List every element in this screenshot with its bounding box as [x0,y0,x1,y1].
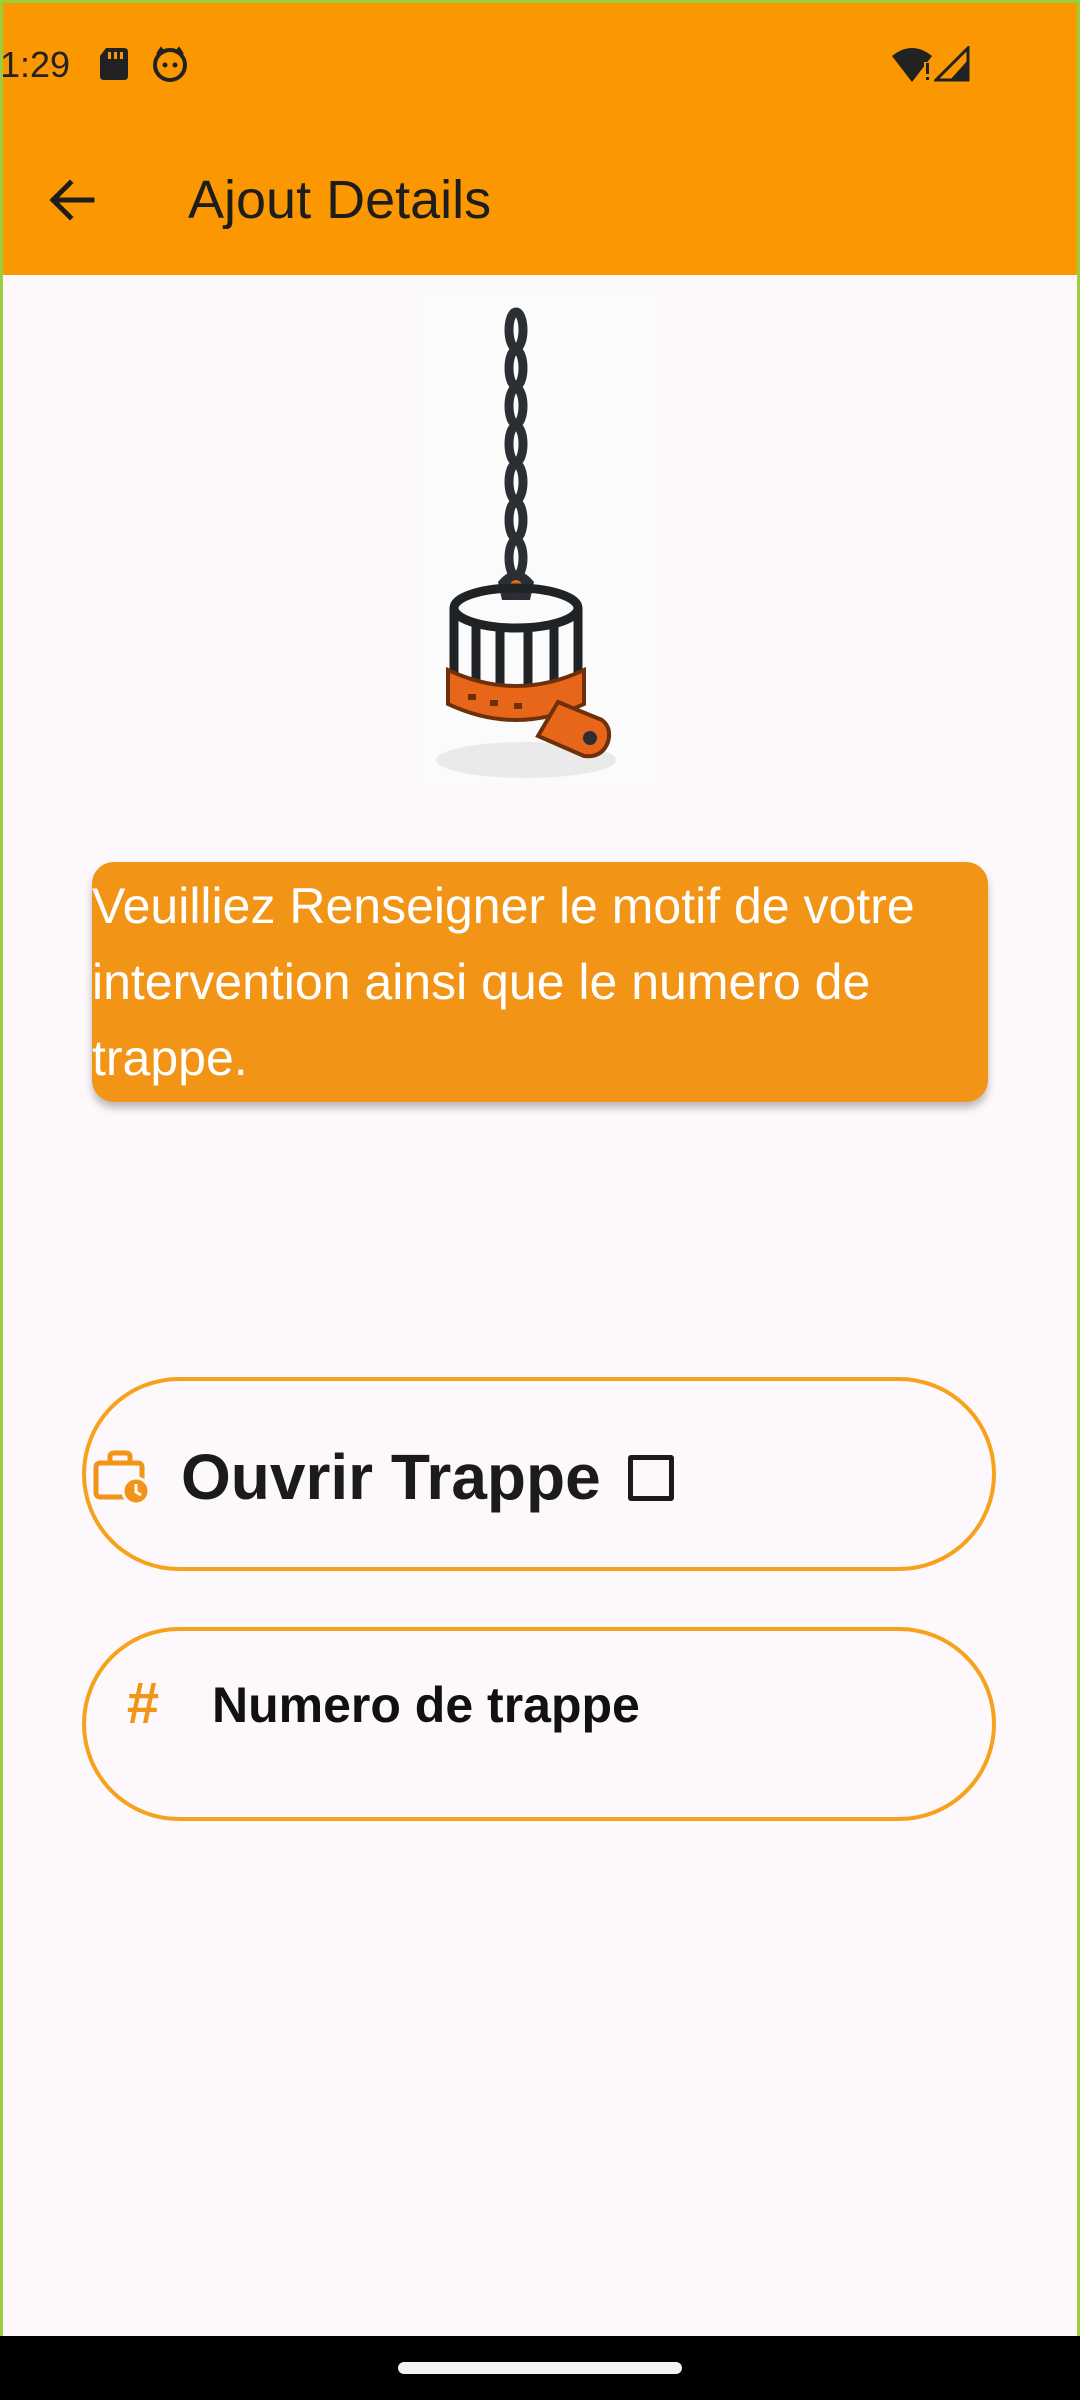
home-gesture-handle[interactable] [398,2362,682,2374]
trap-number-placeholder: Numero de trappe [212,1677,640,1733]
cell-signal-icon [934,46,970,82]
briefcase-clock-icon [93,1450,150,1505]
status-bar: 1:29 [0,40,1080,90]
cat-face-icon [153,46,187,82]
wifi-alert-icon [892,48,932,82]
chain-hook-cage-icon [418,290,662,786]
page-title: Ajout Details [188,170,492,230]
status-time: 1:29 [0,44,71,85]
arrow-left-icon [49,179,95,221]
system-navigation-bar [0,2336,1080,2400]
hash-icon: # [126,1671,159,1736]
open-trap-field[interactable]: Ouvrir Trappe [82,1377,996,1571]
sd-card-icon [100,48,128,80]
open-trap-label: Ouvrir Trappe [181,1441,601,1513]
trap-number-field[interactable]: # Numero de trappe [82,1627,996,1821]
app-bar: 1:29 Ajout Details [0,0,1080,275]
back-button[interactable] [40,168,104,232]
instruction-banner: Veuilliez Renseigner le motif de votre i… [92,862,988,1102]
open-trap-checkbox[interactable] [628,1455,674,1501]
